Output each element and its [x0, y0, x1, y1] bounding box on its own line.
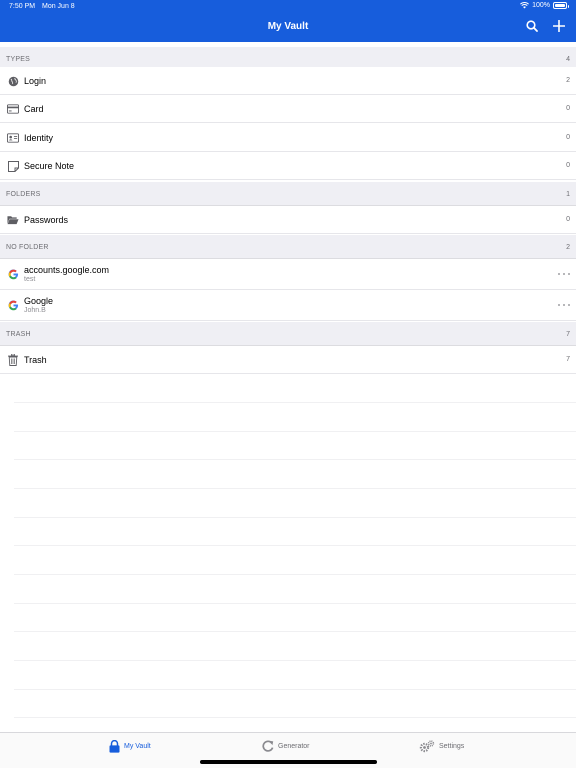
item-label: Card: [24, 104, 44, 114]
item-count: 0: [566, 105, 570, 112]
section-label: FOLDERS: [6, 191, 41, 198]
more-options-button[interactable]: [558, 300, 570, 310]
item-label: Trash: [24, 355, 47, 365]
section-label: TRASH: [6, 331, 31, 338]
type-item-identity[interactable]: Identity 0: [0, 124, 576, 152]
tab-label: My Vault: [124, 742, 151, 750]
status-date: Mon Jun 8: [42, 3, 75, 10]
section-header-folders: FOLDERS 1: [0, 182, 576, 206]
item-label: Login: [24, 76, 47, 86]
item-label: Secure Note: [24, 161, 75, 171]
nav-header: 7:50 PM Mon Jun 8 100% My Vault: [0, 0, 576, 42]
credit-card-icon: [7, 103, 19, 115]
section-header-trash: TRASH 7: [0, 322, 576, 346]
folder-open-icon: [7, 214, 19, 226]
empty-row-separator: [14, 488, 576, 489]
page-title: My Vault: [267, 21, 309, 32]
plus-icon: [553, 20, 565, 32]
dot: [563, 273, 565, 275]
trash-icon: [7, 354, 19, 366]
type-item-secure-note[interactable]: Secure Note 0: [0, 152, 576, 180]
item-label: accounts.google.com: [24, 265, 110, 275]
empty-row-separator: [14, 517, 576, 518]
type-item-login[interactable]: Login 2: [0, 67, 576, 95]
status-indicators: 100%: [520, 2, 569, 9]
id-card-icon: [7, 132, 19, 144]
empty-row-separator: [14, 689, 576, 690]
dot: [568, 304, 570, 306]
empty-row-separator: [14, 545, 576, 546]
empty-row-separator: [14, 631, 576, 632]
trash-item[interactable]: Trash 7: [0, 346, 576, 374]
item-count: 7: [566, 356, 570, 363]
dot: [558, 304, 560, 306]
google-icon: [7, 268, 19, 280]
tab-label: Generator: [278, 742, 310, 750]
section-label: NO FOLDER: [6, 244, 49, 251]
note-icon: [7, 160, 19, 172]
empty-row-separator: [14, 603, 576, 604]
empty-row-separator: [14, 574, 576, 575]
section-count: 4: [566, 56, 570, 63]
gears-icon: [419, 739, 435, 752]
lock-icon: [109, 739, 120, 753]
globe-icon: [7, 75, 19, 87]
tab-my-vault[interactable]: My Vault: [109, 739, 151, 753]
item-count: 0: [566, 162, 570, 169]
wifi-icon: [520, 2, 530, 9]
tab-label: Settings: [439, 742, 465, 750]
item-count: 2: [566, 77, 570, 84]
refresh-icon: [262, 740, 274, 752]
item-label: Google: [24, 296, 54, 306]
section-count: 7: [566, 331, 570, 338]
section-header-no-folder: NO FOLDER 2: [0, 235, 576, 259]
search-button[interactable]: [524, 18, 540, 34]
more-options-button[interactable]: [558, 269, 570, 279]
battery-percent: 100%: [532, 2, 550, 9]
item-username: test: [24, 276, 36, 283]
dot: [568, 273, 570, 275]
section-count: 1: [566, 191, 570, 198]
dot: [563, 304, 565, 306]
empty-row-separator: [14, 660, 576, 661]
empty-row-separator: [14, 431, 576, 432]
home-indicator: [200, 760, 377, 764]
vault-item-google[interactable]: Google John.B: [0, 290, 576, 321]
add-item-button[interactable]: [551, 18, 567, 34]
status-time: 7:50 PM: [9, 3, 36, 10]
item-username: John.B: [24, 307, 46, 314]
section-count: 2: [566, 244, 570, 251]
dot: [558, 273, 560, 275]
tab-settings[interactable]: Settings: [419, 739, 464, 753]
google-icon: [7, 299, 19, 311]
empty-row-separator: [14, 459, 576, 460]
item-label: Passwords: [24, 215, 69, 225]
item-count: 0: [566, 134, 570, 141]
folder-item-passwords[interactable]: Passwords 0: [0, 206, 576, 234]
item-label: Identity: [24, 133, 54, 143]
section-label: TYPES: [6, 56, 30, 63]
tab-generator[interactable]: Generator: [262, 739, 310, 753]
empty-row-separator: [14, 402, 576, 403]
battery-icon: [553, 2, 569, 9]
empty-row-separator: [14, 717, 576, 718]
item-count: 0: [566, 216, 570, 223]
search-icon: [526, 20, 538, 32]
vault-item-accounts-google[interactable]: accounts.google.com test: [0, 259, 576, 290]
type-item-card[interactable]: Card 0: [0, 95, 576, 123]
